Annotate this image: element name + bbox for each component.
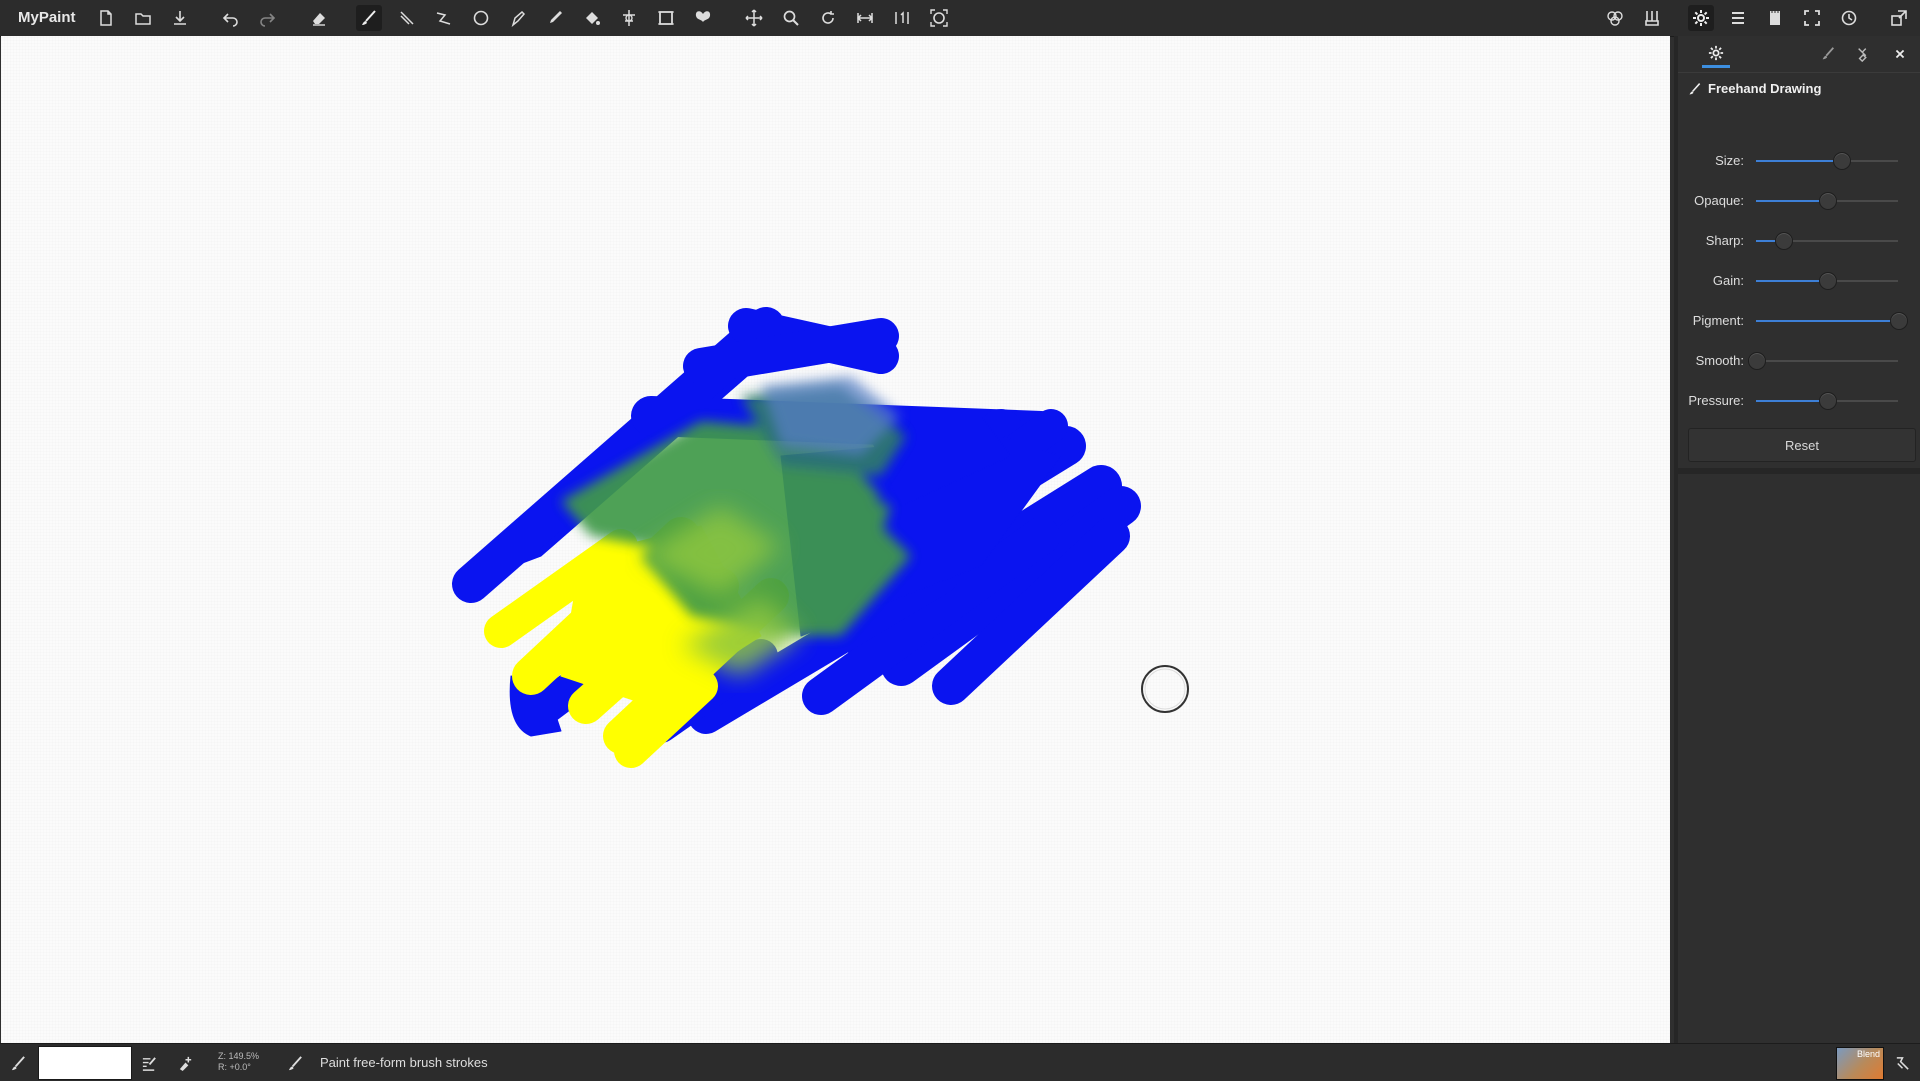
pen-curve-icon[interactable] [505,5,531,31]
slider-row: Pigment: [1678,309,1920,333]
reset-zoom-icon[interactable] [889,5,915,31]
slider-fill [1756,160,1842,162]
pan-view-icon[interactable] [741,5,767,31]
drawing-canvas[interactable] [1,36,1670,1043]
symmetry-icon[interactable] [616,5,642,31]
slider-label: Gain: [1712,273,1744,288]
brush-group-icon[interactable] [1639,5,1665,31]
open-file-icon[interactable] [130,5,156,31]
zoom-view-icon[interactable] [778,5,804,31]
freehand-brush-icon [1689,82,1701,94]
flip-view-icon[interactable] [852,5,878,31]
ellipse-icon[interactable] [468,5,494,31]
slider-label: Pigment: [1692,313,1744,328]
undo-icon[interactable] [218,5,244,31]
color-picker-icon[interactable] [542,5,568,31]
fill-bucket-icon[interactable] [579,5,605,31]
slider-knob[interactable] [1833,152,1852,170]
fit-view-icon[interactable] [926,5,952,31]
tool-options-panel: Freehand Drawing Size: Opaque: Sharp: Gain:… [1674,36,1920,1043]
settings-icon[interactable] [1688,5,1714,31]
status-bar: Z: 149.5% R: +0.0° Paint free-form brush… [0,1043,1920,1081]
slider-row: Opaque: [1678,189,1920,213]
slider-knob[interactable] [1819,192,1837,210]
slider-knob[interactable] [1748,352,1766,370]
freehand-brush-icon[interactable] [356,5,382,31]
slider-label: Pressure: [1688,393,1744,408]
slider-fill [1756,400,1827,402]
panel-heading: Freehand Drawing [1688,81,1821,96]
slider-fill [1756,320,1898,322]
add-brush-icon[interactable] [174,1052,196,1074]
slider-track[interactable] [1748,352,1898,370]
scratchpad-icon[interactable] [1762,5,1788,31]
slider-label: Opaque: [1694,193,1744,208]
slider-track[interactable] [1756,392,1898,410]
window-detach-icon[interactable] [1886,5,1912,31]
slider-knob[interactable] [1819,392,1837,410]
slider-fill [1756,280,1827,282]
slider-knob[interactable] [1819,272,1837,290]
brush-editor-icon[interactable] [138,1052,160,1074]
blend-mode-chip[interactable]: Blend [1836,1047,1884,1080]
inking-icon[interactable] [394,5,420,31]
brush-cursor-icon [1141,665,1189,713]
gear-icon[interactable] [1702,40,1730,68]
slider-track[interactable] [1756,272,1898,290]
app-title: MyPaint [18,9,76,26]
close-icon[interactable] [1886,40,1914,68]
panel-divider [1678,468,1920,474]
pressure-mapping-icon[interactable] [1891,1052,1913,1074]
zoom-rotation-readout: Z: 149.5% R: +0.0° [218,1051,259,1073]
new-document-icon[interactable] [93,5,119,31]
brush-tool-icon[interactable] [7,1052,29,1074]
slider-knob[interactable] [1890,312,1908,330]
brush-settings-icon[interactable] [1850,40,1878,68]
slider-label: Smooth: [1695,353,1744,368]
butterfly-symmetry-icon[interactable] [690,5,716,31]
panel-tabs [1678,36,1920,73]
menu-icon[interactable] [1725,5,1751,31]
rotation-readout: R: +0.0° [218,1062,251,1072]
slider-row: Sharp: [1678,229,1920,253]
freehand-status-icon [284,1052,306,1074]
slider-track[interactable] [1756,232,1898,250]
save-file-icon[interactable] [167,5,193,31]
brush-preview[interactable] [38,1046,132,1080]
slider-row: Pressure: [1678,389,1920,413]
redo-icon[interactable] [254,5,280,31]
eraser-icon[interactable] [306,5,332,31]
main-toolbar: MyPaint [0,0,1920,37]
slider-track[interactable] [1756,312,1908,330]
rotate-view-icon[interactable] [815,5,841,31]
reset-button[interactable]: Reset [1688,428,1916,462]
connected-lines-icon[interactable] [431,5,457,31]
history-icon[interactable] [1836,5,1862,31]
slider-track[interactable] [1756,192,1898,210]
status-message: Paint free-form brush strokes [320,1055,488,1070]
slider-knob[interactable] [1774,232,1793,250]
blend-mode-label: Blend [1856,1049,1880,1059]
panel-title: Freehand Drawing [1708,81,1822,96]
zoom-readout: Z: 149.5% [218,1051,260,1061]
slider-fill [1756,200,1827,202]
frame-icon[interactable] [653,5,679,31]
slider-row: Size: [1678,149,1920,173]
slider-track[interactable] [1756,152,1898,170]
paint-strokes [452,307,1189,768]
slider-row: Gain: [1678,269,1920,293]
brush-icon[interactable] [1814,40,1842,68]
slider-label: Sharp: [1705,233,1744,248]
slider-row: Smooth: [1678,349,1920,373]
fullscreen-icon[interactable] [1799,5,1825,31]
slider-label: Size: [1715,153,1744,168]
color-circle-icon[interactable] [1602,5,1628,31]
